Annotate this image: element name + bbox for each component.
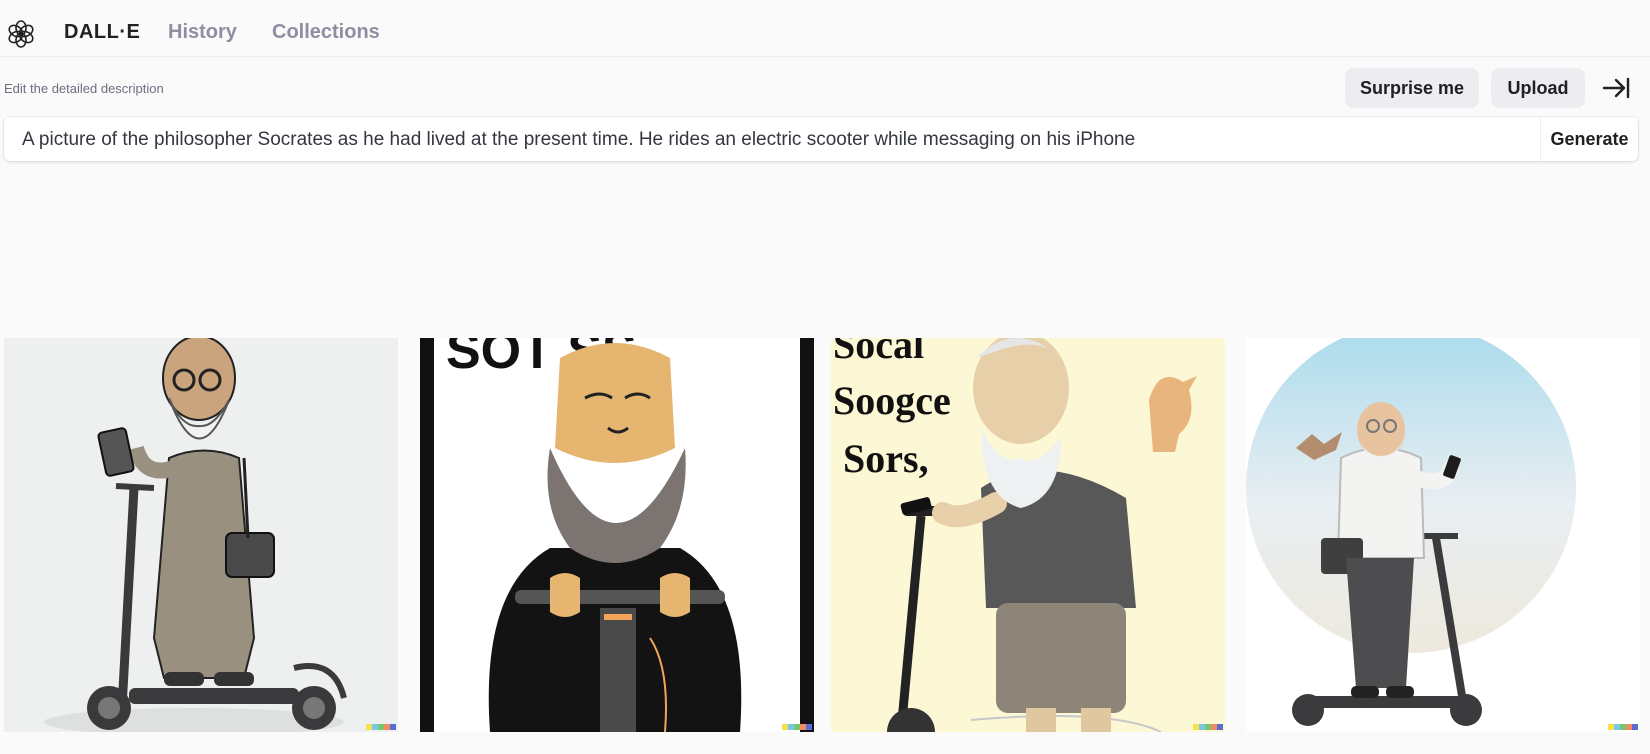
caption-line-3: Sors, — [843, 436, 929, 481]
watermark — [782, 724, 812, 730]
prompt-hint: Edit the detailed description — [4, 81, 164, 96]
nav-history-link[interactable]: History — [168, 21, 237, 44]
wm-indigo — [390, 724, 396, 730]
top-nav: DALL·E History Collections — [0, 0, 1650, 57]
result-image-4[interactable] — [1246, 338, 1640, 732]
wm-indigo — [1632, 724, 1638, 730]
results-grid: SOT SS Socal Soogce Sors, — [4, 338, 1650, 732]
result-image-2[interactable]: SOT SS — [420, 338, 814, 732]
caption-line-2: Soogce — [833, 378, 951, 423]
prompt-input[interactable]: A picture of the philosopher Socrates as… — [4, 117, 1638, 161]
generate-button[interactable]: Generate — [1540, 117, 1638, 161]
caption-line-1: Socal — [833, 338, 924, 367]
prompt-text[interactable]: A picture of the philosopher Socrates as… — [22, 129, 1135, 151]
surprise-me-button[interactable]: Surprise me — [1345, 68, 1479, 108]
result-image-1[interactable] — [4, 338, 398, 732]
watermark — [366, 724, 396, 730]
wm-indigo — [1217, 724, 1223, 730]
result-image-3[interactable]: Socal Soogce Sors, — [831, 338, 1225, 732]
nav-collections-link[interactable]: Collections — [272, 21, 380, 44]
socrates-cartoon-poster: SOT SS — [420, 338, 814, 732]
wm-indigo — [806, 724, 812, 730]
socrates-3d-render: Socal Soogce Sors, — [831, 338, 1225, 732]
brand-title[interactable]: DALL·E — [64, 21, 140, 44]
collapse-arrow-icon[interactable] — [1600, 72, 1632, 104]
socrates-sketch-illustration — [4, 338, 398, 732]
openai-logo-icon[interactable] — [6, 19, 36, 49]
socrates-circle-illustration — [1246, 338, 1640, 732]
watermark — [1193, 724, 1223, 730]
watermark — [1608, 724, 1638, 730]
upload-button[interactable]: Upload — [1491, 68, 1585, 108]
